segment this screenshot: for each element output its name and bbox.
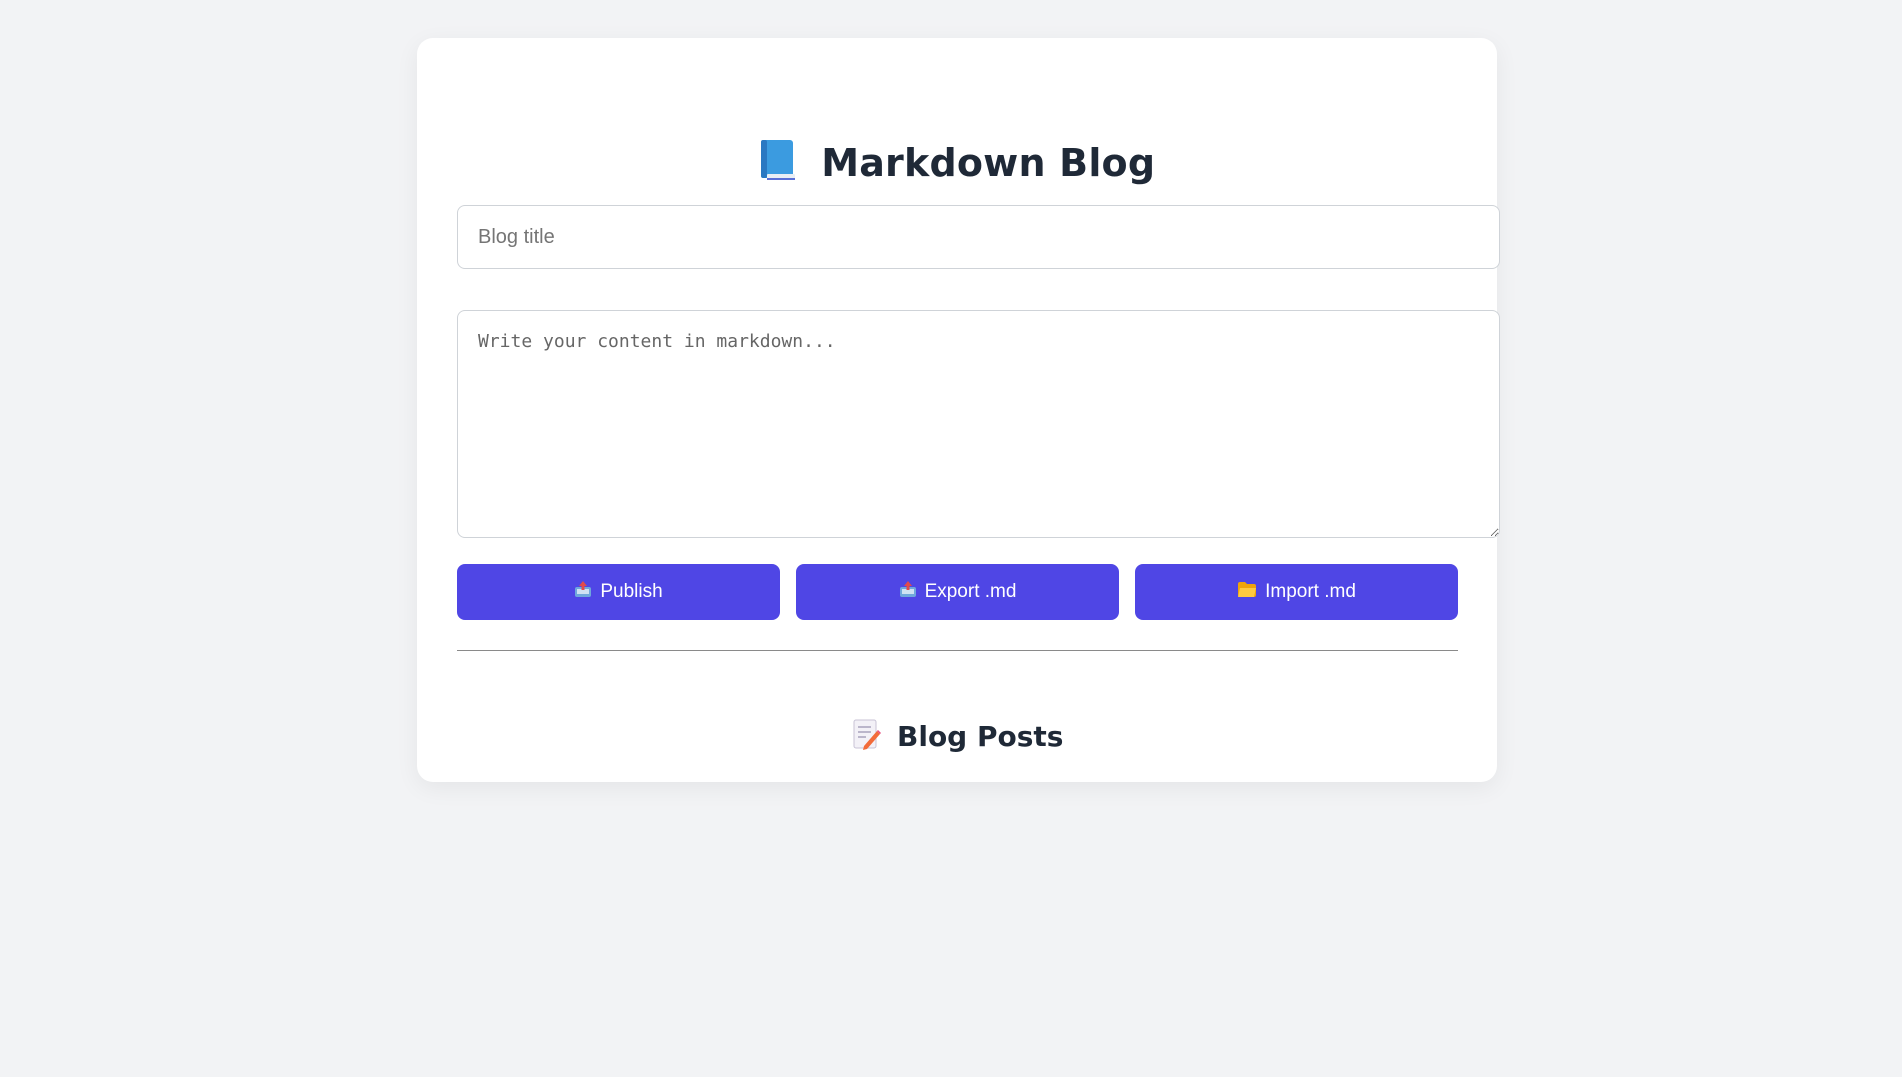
outbox-tray-icon — [574, 580, 592, 604]
page-title: Markdown Blog — [821, 140, 1156, 185]
export-md-button[interactable]: Export .md — [796, 564, 1119, 620]
memo-icon — [851, 718, 881, 755]
publish-button-label: Publish — [600, 581, 663, 602]
publish-button[interactable]: Publish — [457, 564, 780, 620]
export-md-button-label: Export .md — [924, 581, 1017, 602]
blog-posts-header: Blog Posts — [417, 718, 1497, 755]
blue-book-icon — [759, 138, 797, 187]
outbox-tray-icon — [899, 580, 917, 604]
markdown-content-textarea[interactable] — [457, 310, 1500, 538]
import-md-button-label: Import .md — [1265, 581, 1356, 602]
folder-icon — [1237, 580, 1257, 604]
import-md-button[interactable]: Import .md — [1135, 564, 1458, 620]
blog-title-input[interactable] — [457, 205, 1500, 269]
section-divider — [457, 650, 1458, 651]
page-header: Markdown Blog — [417, 138, 1497, 194]
blog-posts-heading: Blog Posts — [897, 720, 1064, 753]
blog-card: Markdown Blog Publish Export .md — [417, 38, 1500, 782]
